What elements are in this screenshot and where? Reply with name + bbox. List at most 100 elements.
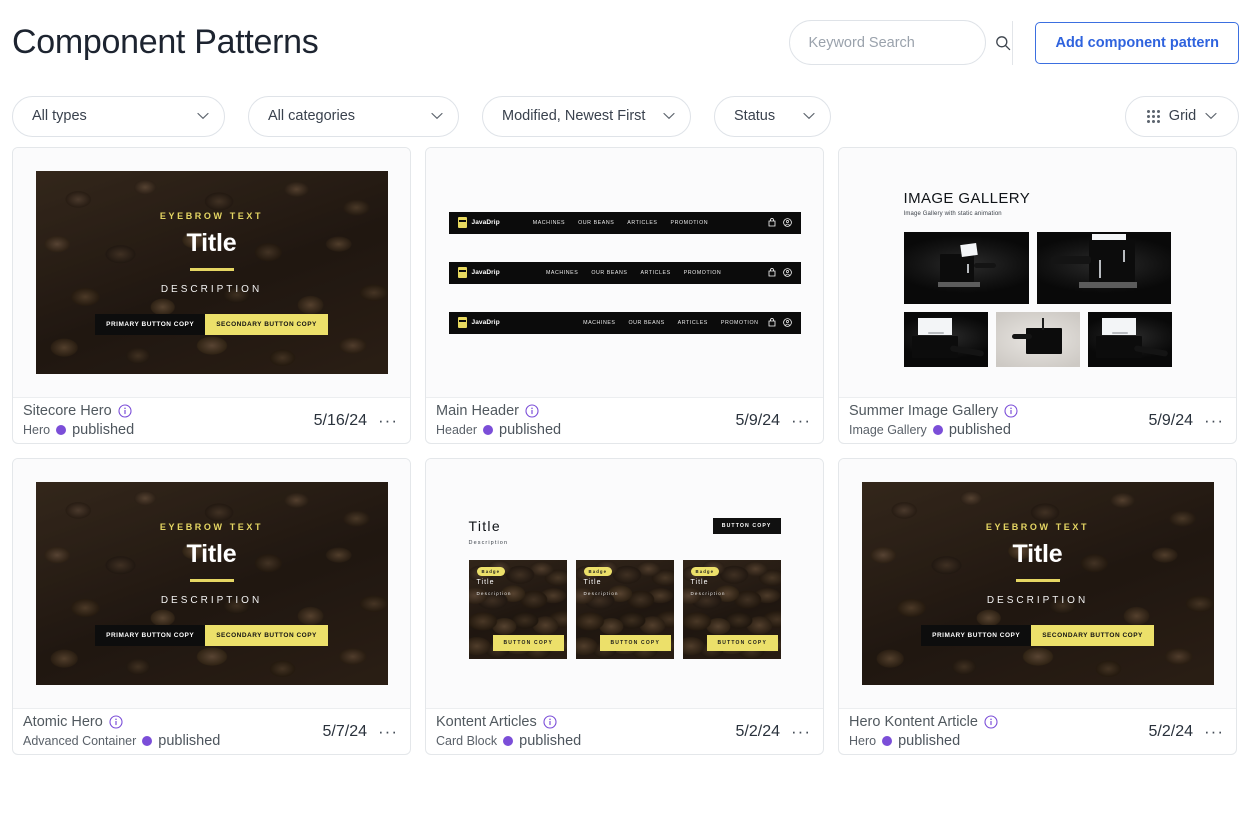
navbar-variant-center: JavaDrip MACHINES OUR BEANS ARTICLES PRO…: [449, 262, 801, 284]
card-title: Sitecore Hero: [23, 403, 112, 419]
view-mode-selector[interactable]: Grid: [1125, 96, 1239, 137]
nav-link: MACHINES: [583, 320, 615, 326]
card-block-item: Badge Title Description BUTTON COPY: [576, 560, 674, 659]
card-date: 5/2/24: [1149, 723, 1193, 741]
info-icon[interactable]: [1004, 404, 1018, 418]
brand-logo: JavaDrip: [458, 217, 500, 228]
filter-sort-order[interactable]: Modified, Newest First: [482, 96, 691, 137]
card-info: Sitecore Hero Hero published: [23, 403, 134, 438]
card-item-description: Description: [477, 591, 512, 596]
nav-link: OUR BEANS: [591, 270, 627, 276]
search-box[interactable]: [789, 20, 986, 65]
card-info: Main Header Header published: [436, 403, 561, 438]
card-status: published: [949, 422, 1011, 438]
filter-all-categories-label: All categories: [268, 108, 417, 124]
espresso-machine-image: [1037, 232, 1171, 304]
card-status: published: [499, 422, 561, 438]
card-more-options-button[interactable]: ···: [377, 412, 399, 429]
info-icon[interactable]: [109, 715, 123, 729]
card-title: Atomic Hero: [23, 714, 103, 730]
card-info: Atomic Hero Advanced Container published: [23, 714, 220, 749]
brand-name: JavaDrip: [472, 319, 500, 326]
filter-all-categories[interactable]: All categories: [248, 96, 459, 137]
espresso-machine-image: [904, 232, 1029, 304]
gallery-preview: IMAGE GALLERY Image Gallery with static …: [862, 178, 1214, 367]
card-more-options-button[interactable]: ···: [790, 723, 812, 740]
card-item-title: Title: [584, 579, 602, 586]
hero-description: DESCRIPTION: [161, 284, 262, 295]
card-block-description: Description: [469, 540, 509, 546]
nav-link: PROMOTION: [721, 320, 759, 326]
grid-dots-icon: [1147, 110, 1160, 123]
card-block-header: Title Description BUTTON COPY: [469, 518, 781, 546]
card-more-options-button[interactable]: ···: [790, 412, 812, 429]
cart-icon: [768, 268, 776, 277]
espresso-machine-image: [904, 312, 988, 367]
card-block-item: Badge Title Description BUTTON COPY: [683, 560, 781, 659]
card-type: Hero: [23, 423, 50, 437]
hero-title: Title: [187, 229, 237, 258]
filter-bar: All types All categories Modified, Newes…: [0, 85, 1249, 147]
coffee-cup-icon: [458, 217, 467, 228]
filter-status[interactable]: Status: [714, 96, 831, 137]
card-info: Kontent Articles Card Block published: [436, 714, 581, 749]
nav-links: MACHINES OUR BEANS ARTICLES PROMOTION: [583, 320, 758, 326]
card-thumbnail[interactable]: EYEBROW TEXT Title DESCRIPTION PRIMARY B…: [13, 148, 410, 397]
status-dot-icon: [882, 736, 892, 746]
component-pattern-card[interactable]: IMAGE GALLERY Image Gallery with static …: [838, 147, 1237, 444]
component-pattern-card[interactable]: Title Description BUTTON COPY Badge Titl…: [425, 458, 824, 755]
chevron-down-icon: [1205, 108, 1217, 124]
component-pattern-card[interactable]: EYEBROW TEXT Title DESCRIPTION PRIMARY B…: [12, 458, 411, 755]
account-icon: [783, 318, 792, 327]
card-more-options-button[interactable]: ···: [377, 723, 399, 740]
nav-link: MACHINES: [533, 220, 565, 226]
brand-logo: JavaDrip: [458, 267, 500, 278]
card-thumbnail[interactable]: IMAGE GALLERY Image Gallery with static …: [839, 148, 1236, 397]
card-thumbnail[interactable]: Title Description BUTTON COPY Badge Titl…: [426, 459, 823, 708]
card-item-description: Description: [584, 591, 619, 596]
card-date: 5/16/24: [314, 412, 367, 430]
nav-icons: [768, 318, 792, 327]
card-block-title: Title: [469, 518, 509, 534]
card-date: 5/9/24: [736, 412, 780, 430]
card-info: Summer Image Gallery Image Gallery publi…: [849, 403, 1018, 438]
info-icon[interactable]: [118, 404, 132, 418]
cart-icon: [768, 318, 776, 327]
component-pattern-card[interactable]: EYEBROW TEXT Title DESCRIPTION PRIMARY B…: [838, 458, 1237, 755]
card-type: Header: [436, 423, 477, 437]
card-thumbnail[interactable]: JavaDrip MACHINES OUR BEANS ARTICLES PRO…: [426, 148, 823, 397]
card-item-badge: Badge: [477, 567, 506, 576]
nav-link: PROMOTION: [671, 220, 709, 226]
hero-eyebrow: EYEBROW TEXT: [160, 211, 263, 221]
hero-primary-button: PRIMARY BUTTON COPY: [95, 625, 205, 646]
card-actions: 5/7/24 ···: [323, 723, 399, 741]
header-preview: JavaDrip MACHINES OUR BEANS ARTICLES PRO…: [449, 212, 801, 334]
info-icon[interactable]: [984, 715, 998, 729]
card-title-row: Hero Kontent Article: [849, 714, 998, 730]
info-icon[interactable]: [543, 715, 557, 729]
card-thumbnail[interactable]: EYEBROW TEXT Title DESCRIPTION PRIMARY B…: [13, 459, 410, 708]
espresso-machine-image: [996, 312, 1080, 367]
nav-link: ARTICLES: [627, 220, 657, 226]
info-icon[interactable]: [525, 404, 539, 418]
card-footer: Atomic Hero Advanced Container published…: [13, 708, 410, 754]
card-title-row: Atomic Hero: [23, 714, 220, 730]
filter-all-types[interactable]: All types: [12, 96, 225, 137]
hero-title: Title: [1013, 540, 1063, 569]
gallery-subtitle: Image Gallery with static animation: [904, 211, 1172, 217]
search-input[interactable]: [808, 35, 995, 51]
component-pattern-card[interactable]: JavaDrip MACHINES OUR BEANS ARTICLES PRO…: [425, 147, 824, 444]
card-more-options-button[interactable]: ···: [1203, 723, 1225, 740]
card-status: published: [898, 733, 960, 749]
component-pattern-card[interactable]: EYEBROW TEXT Title DESCRIPTION PRIMARY B…: [12, 147, 411, 444]
card-title: Hero Kontent Article: [849, 714, 978, 730]
card-item-button: BUTTON COPY: [600, 635, 672, 651]
chevron-down-icon: [803, 108, 815, 124]
filter-all-types-label: All types: [32, 108, 183, 124]
add-component-pattern-button[interactable]: Add component pattern: [1035, 22, 1239, 64]
card-thumbnail[interactable]: EYEBROW TEXT Title DESCRIPTION PRIMARY B…: [839, 459, 1236, 708]
search-icon: [995, 35, 1011, 51]
card-status: published: [519, 733, 581, 749]
nav-links: MACHINES OUR BEANS ARTICLES PROMOTION: [533, 220, 708, 226]
card-more-options-button[interactable]: ···: [1203, 412, 1225, 429]
